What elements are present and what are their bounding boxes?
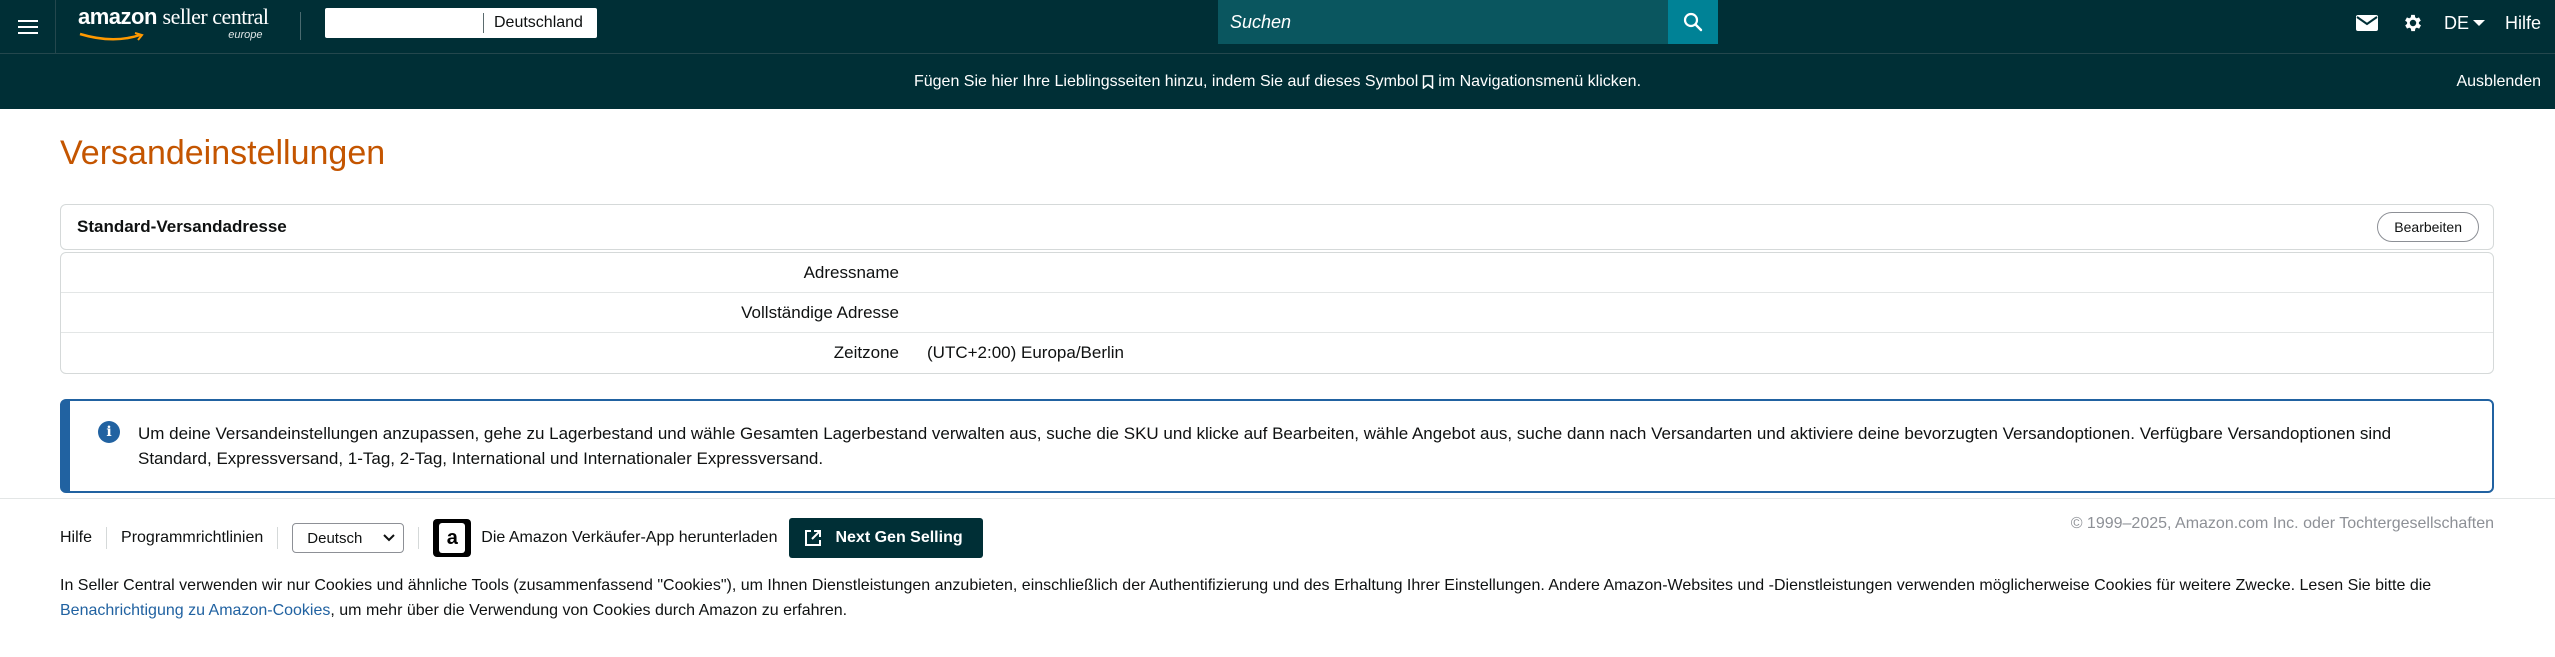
amazon-app-icon: a [433, 519, 472, 557]
language-switcher[interactable]: DE [2436, 13, 2493, 34]
favorites-message: Fügen Sie hier Ihre Lieblingsseiten hinz… [0, 54, 2555, 110]
nav-right-group: DE Hilfe [2344, 0, 2555, 46]
hide-favorites-link[interactable]: Ausblenden [2456, 54, 2541, 110]
cookie-notice-text: In Seller Central verwenden wir nur Cook… [60, 577, 2432, 594]
info-alert-text: Um deine Versandeinstellungen anzupassen… [138, 424, 2392, 468]
menu-button[interactable] [0, 0, 56, 53]
edit-button[interactable]: Bearbeiten [2377, 212, 2479, 242]
help-link[interactable]: Hilfe [2493, 13, 2555, 34]
next-gen-selling-button[interactable]: Next Gen Selling [789, 518, 983, 558]
next-gen-selling-label: Next Gen Selling [835, 529, 963, 546]
card-title: Standard-Versandadresse [77, 217, 287, 236]
full-address-label: Vollständige Adresse [741, 302, 899, 322]
hamburger-icon [17, 19, 38, 34]
chevron-down-icon [2472, 20, 2485, 26]
cookie-notice-end: , um mehr über die Verwendung von Cookie… [330, 602, 848, 619]
info-alert: i Um deine Versandeinstellungen anzupass… [60, 399, 2494, 493]
search-icon [1683, 12, 1703, 32]
program-policies-link[interactable]: Programmrichtlinien [121, 529, 263, 547]
marketplace-label: Deutschland [494, 14, 583, 31]
footer-divider [106, 527, 108, 549]
search-bar: Suchen [1218, 0, 1718, 44]
copyright: © 1999–2025, Amazon.com Inc. oder Tochte… [2070, 515, 2494, 532]
footer-divider [418, 527, 420, 549]
nav-divider [300, 12, 301, 40]
address-name-label: Adressname [803, 262, 899, 282]
footer: Hilfe Programmrichtlinien Deutsch a Die … [0, 498, 2555, 657]
footer-divider [277, 527, 279, 549]
top-navigation: amazon seller central europe Deutschland… [0, 0, 2555, 53]
language-select-value: Deutsch [307, 529, 363, 547]
table-row: Adressname [61, 253, 2493, 293]
logo-seller-central: seller central [162, 4, 270, 29]
language-label: DE [2443, 12, 2469, 33]
messages-button[interactable] [2344, 0, 2390, 46]
favorites-bar: Fügen Sie hier Ihre Lieblingsseiten hinz… [0, 53, 2555, 109]
mail-icon [2355, 15, 2378, 31]
table-row: Vollständige Adresse [61, 293, 2493, 333]
footer-help-link[interactable]: Hilfe [60, 529, 92, 547]
favorites-message-start: Fügen Sie hier Ihre Lieblingsseiten hinz… [913, 73, 1419, 90]
address-details-table: Adressname Vollständige Adresse Zeitzone… [60, 252, 2494, 374]
table-row: Zeitzone (UTC+2:00) Europa/Berlin [61, 333, 2493, 373]
timezone-label: Zeitzone [833, 343, 899, 362]
account-switcher[interactable]: Deutschland [325, 8, 597, 38]
download-app-label: Die Amazon Verkäufer-App herunterladen [481, 529, 778, 546]
cookie-notice-link[interactable]: Benachrichtigung zu Amazon-Cookies [60, 602, 330, 619]
language-select[interactable]: Deutsch [292, 523, 405, 553]
shipping-address-card-header: Standard-Versandadresse Bearbeiten [60, 204, 2494, 250]
cookie-notice: In Seller Central verwenden wir nur Cook… [60, 573, 2500, 623]
gear-icon [2405, 14, 2421, 32]
footer-links: Hilfe Programmrichtlinien Deutsch a Die … [60, 518, 983, 558]
account-name-field [325, 8, 483, 38]
logo-amazon: amazon [78, 4, 157, 29]
search-button[interactable] [1668, 0, 1718, 44]
settings-button[interactable] [2390, 0, 2436, 46]
logo-region: europe [228, 29, 263, 41]
bookmark-icon [1423, 75, 1434, 89]
search-input[interactable]: Suchen [1218, 0, 1668, 44]
page-title: Versandeinstellungen [60, 134, 386, 172]
download-app-link[interactable]: a Die Amazon Verkäufer-App herunterladen [433, 519, 777, 557]
seller-central-logo[interactable]: amazon seller central europe [78, 6, 269, 48]
favorites-message-end: im Navigationsmenü klicken. [1438, 73, 1642, 90]
timezone-value: (UTC+2:00) Europa/Berlin [927, 343, 1125, 362]
info-icon: i [98, 421, 120, 443]
chevron-down-icon [383, 534, 395, 542]
amazon-smile-icon [79, 32, 144, 41]
external-link-icon [803, 528, 823, 548]
